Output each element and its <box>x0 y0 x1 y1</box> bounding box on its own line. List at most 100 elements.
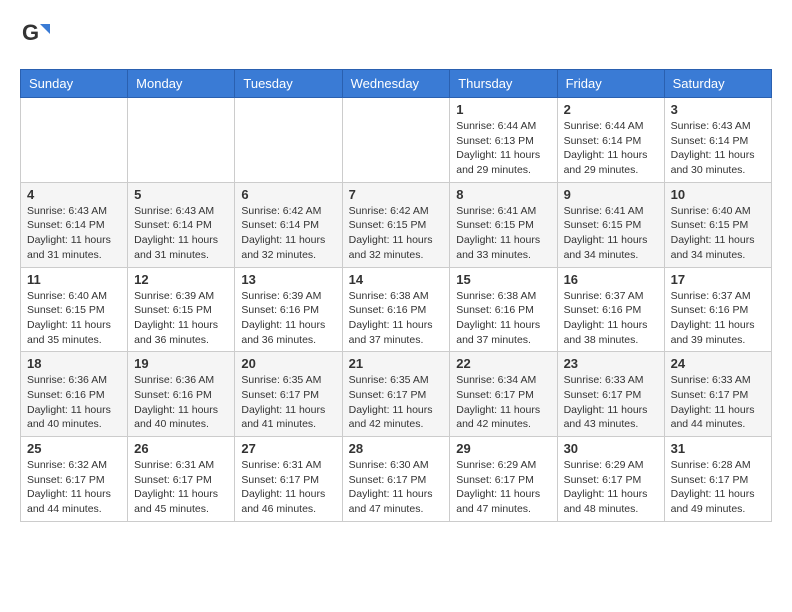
day-info: Sunrise: 6:36 AMSunset: 6:16 PMDaylight:… <box>134 373 228 432</box>
calendar-cell: 3 Sunrise: 6:43 AMSunset: 6:14 PMDaylight… <box>664 98 771 183</box>
day-info: Sunrise: 6:37 AMSunset: 6:16 PMDaylight:… <box>671 289 765 348</box>
day-info: Sunrise: 6:35 AMSunset: 6:17 PMDaylight:… <box>241 373 335 432</box>
calendar-cell: 25Sunrise: 6:32 AMSunset: 6:17 PMDayligh… <box>21 437 128 522</box>
day-number: 24 <box>671 356 765 371</box>
day-number: 27 <box>241 441 335 456</box>
calendar-cell: 19Sunrise: 6:36 AMSunset: 6:16 PMDayligh… <box>128 352 235 437</box>
day-number: 16 <box>564 272 658 287</box>
day-number: 20 <box>241 356 335 371</box>
day-number: 10 <box>671 187 765 202</box>
calendar-cell: 15 Sunrise: 6:38 AMSunset: 6:16 PMDayligh… <box>450 267 557 352</box>
calendar-week-row: 25Sunrise: 6:32 AMSunset: 6:17 PMDayligh… <box>21 437 772 522</box>
day-number: 28 <box>349 441 444 456</box>
calendar-cell: 28 Sunrise: 6:30 AMSunset: 6:17 PMDayligh… <box>342 437 450 522</box>
calendar-cell: 11 Sunrise: 6:40 AMSunset: 6:15 PMDayligh… <box>21 267 128 352</box>
calendar-cell: 7 Sunrise: 6:42 AMSunset: 6:15 PMDaylight… <box>342 182 450 267</box>
day-info: Sunrise: 6:37 AMSunset: 6:16 PMDaylight:… <box>564 289 658 348</box>
calendar-cell: 8Sunrise: 6:41 AMSunset: 6:15 PMDaylight… <box>450 182 557 267</box>
day-number: 30 <box>564 441 658 456</box>
calendar-cell: 17 Sunrise: 6:37 AMSunset: 6:16 PMDayligh… <box>664 267 771 352</box>
weekday-header-monday: Monday <box>128 70 235 98</box>
day-info: Sunrise: 6:38 AMSunset: 6:16 PMDaylight:… <box>456 289 550 348</box>
calendar-cell: 13 Sunrise: 6:39 AMSunset: 6:16 PMDayligh… <box>235 267 342 352</box>
weekday-header-wednesday: Wednesday <box>342 70 450 98</box>
day-number: 31 <box>671 441 765 456</box>
calendar-cell: 16 Sunrise: 6:37 AMSunset: 6:16 PMDayligh… <box>557 267 664 352</box>
day-number: 23 <box>564 356 658 371</box>
day-number: 4 <box>27 187 121 202</box>
day-info: Sunrise: 6:31 AMSunset: 6:17 PMDaylight:… <box>134 458 228 517</box>
day-info: Sunrise: 6:42 AMSunset: 6:15 PMDaylight:… <box>349 204 444 263</box>
day-info: Sunrise: 6:35 AMSunset: 6:17 PMDaylight:… <box>349 373 444 432</box>
calendar-week-row: 1 Sunrise: 6:44 AMSunset: 6:13 PMDaylight… <box>21 98 772 183</box>
calendar-table: SundayMondayTuesdayWednesdayThursdayFrid… <box>20 69 772 522</box>
calendar-cell: 2 Sunrise: 6:44 AMSunset: 6:14 PMDaylight… <box>557 98 664 183</box>
calendar-cell <box>342 98 450 183</box>
calendar-cell: 10 Sunrise: 6:40 AMSunset: 6:15 PMDayligh… <box>664 182 771 267</box>
calendar-cell: 22 Sunrise: 6:34 AMSunset: 6:17 PMDayligh… <box>450 352 557 437</box>
day-number: 7 <box>349 187 444 202</box>
calendar-cell: 26 Sunrise: 6:31 AMSunset: 6:17 PMDayligh… <box>128 437 235 522</box>
day-info: Sunrise: 6:28 AMSunset: 6:17 PMDaylight:… <box>671 458 765 517</box>
day-info: Sunrise: 6:38 AMSunset: 6:16 PMDaylight:… <box>349 289 444 348</box>
day-info: Sunrise: 6:30 AMSunset: 6:17 PMDaylight:… <box>349 458 444 517</box>
day-number: 2 <box>564 102 658 117</box>
weekday-header-friday: Friday <box>557 70 664 98</box>
logo-icon: G <box>20 20 50 53</box>
day-number: 8 <box>456 187 550 202</box>
calendar-cell: 6Sunrise: 6:42 AMSunset: 6:14 PMDaylight… <box>235 182 342 267</box>
calendar-cell: 29 Sunrise: 6:29 AMSunset: 6:17 PMDayligh… <box>450 437 557 522</box>
day-info: Sunrise: 6:43 AMSunset: 6:14 PMDaylight:… <box>134 204 228 263</box>
calendar-week-row: 4 Sunrise: 6:43 AMSunset: 6:14 PMDaylight… <box>21 182 772 267</box>
svg-text:G: G <box>22 20 39 45</box>
calendar-cell: 23 Sunrise: 6:33 AMSunset: 6:17 PMDayligh… <box>557 352 664 437</box>
weekday-header-thursday: Thursday <box>450 70 557 98</box>
day-number: 11 <box>27 272 121 287</box>
day-info: Sunrise: 6:29 AMSunset: 6:17 PMDaylight:… <box>456 458 550 517</box>
day-info: Sunrise: 6:29 AMSunset: 6:17 PMDaylight:… <box>564 458 658 517</box>
day-info: Sunrise: 6:32 AMSunset: 6:17 PMDaylight:… <box>27 458 121 517</box>
day-number: 22 <box>456 356 550 371</box>
calendar-cell: 24 Sunrise: 6:33 AMSunset: 6:17 PMDayligh… <box>664 352 771 437</box>
day-info: Sunrise: 6:36 AMSunset: 6:16 PMDaylight:… <box>27 373 121 432</box>
calendar-week-row: 18 Sunrise: 6:36 AMSunset: 6:16 PMDayligh… <box>21 352 772 437</box>
day-number: 3 <box>671 102 765 117</box>
calendar-cell: 4 Sunrise: 6:43 AMSunset: 6:14 PMDaylight… <box>21 182 128 267</box>
day-number: 17 <box>671 272 765 287</box>
calendar-cell: 1 Sunrise: 6:44 AMSunset: 6:13 PMDaylight… <box>450 98 557 183</box>
day-info: Sunrise: 6:43 AMSunset: 6:14 PMDaylight:… <box>27 204 121 263</box>
day-info: Sunrise: 6:33 AMSunset: 6:17 PMDaylight:… <box>671 373 765 432</box>
day-number: 13 <box>241 272 335 287</box>
calendar-week-row: 11 Sunrise: 6:40 AMSunset: 6:15 PMDayligh… <box>21 267 772 352</box>
day-number: 18 <box>27 356 121 371</box>
calendar-cell: 5Sunrise: 6:43 AMSunset: 6:14 PMDaylight… <box>128 182 235 267</box>
day-number: 15 <box>456 272 550 287</box>
day-info: Sunrise: 6:41 AMSunset: 6:15 PMDaylight:… <box>564 204 658 263</box>
day-number: 12 <box>134 272 228 287</box>
day-info: Sunrise: 6:34 AMSunset: 6:17 PMDaylight:… <box>456 373 550 432</box>
day-number: 1 <box>456 102 550 117</box>
calendar-cell <box>21 98 128 183</box>
day-info: Sunrise: 6:39 AMSunset: 6:16 PMDaylight:… <box>241 289 335 348</box>
day-info: Sunrise: 6:33 AMSunset: 6:17 PMDaylight:… <box>564 373 658 432</box>
day-number: 26 <box>134 441 228 456</box>
page-header: G <box>20 20 772 53</box>
day-number: 14 <box>349 272 444 287</box>
day-info: Sunrise: 6:39 AMSunset: 6:15 PMDaylight:… <box>134 289 228 348</box>
day-number: 9 <box>564 187 658 202</box>
day-number: 29 <box>456 441 550 456</box>
day-info: Sunrise: 6:43 AMSunset: 6:14 PMDaylight:… <box>671 119 765 178</box>
day-info: Sunrise: 6:40 AMSunset: 6:15 PMDaylight:… <box>27 289 121 348</box>
day-info: Sunrise: 6:44 AMSunset: 6:14 PMDaylight:… <box>564 119 658 178</box>
day-info: Sunrise: 6:42 AMSunset: 6:14 PMDaylight:… <box>241 204 335 263</box>
calendar-cell: 27Sunrise: 6:31 AMSunset: 6:17 PMDayligh… <box>235 437 342 522</box>
day-info: Sunrise: 6:44 AMSunset: 6:13 PMDaylight:… <box>456 119 550 178</box>
day-info: Sunrise: 6:40 AMSunset: 6:15 PMDaylight:… <box>671 204 765 263</box>
weekday-header-tuesday: Tuesday <box>235 70 342 98</box>
logo: G <box>20 20 54 53</box>
weekday-header-saturday: Saturday <box>664 70 771 98</box>
calendar-cell <box>235 98 342 183</box>
calendar-cell <box>128 98 235 183</box>
calendar-cell: 31 Sunrise: 6:28 AMSunset: 6:17 PMDayligh… <box>664 437 771 522</box>
calendar-cell: 14 Sunrise: 6:38 AMSunset: 6:16 PMDayligh… <box>342 267 450 352</box>
